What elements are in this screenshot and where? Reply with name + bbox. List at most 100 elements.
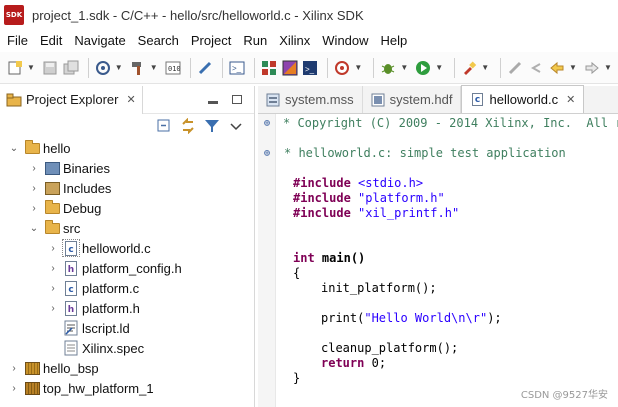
maximize-icon[interactable] [230,93,244,107]
build-dropdown-icon[interactable]: ▼ [150,63,158,72]
svg-text:010: 010 [168,65,181,73]
menu-edit[interactable]: Edit [34,30,68,51]
fold-expand-icon[interactable]: ⊕ [262,118,272,129]
target-connection-icon[interactable] [333,59,351,77]
menu-file[interactable]: File [0,30,34,51]
menu-xilinx[interactable]: Xilinx [273,30,316,51]
save-all-icon[interactable] [62,59,80,77]
terminal-icon[interactable]: >_ [228,59,246,77]
close-icon[interactable]: ✕ [566,93,575,106]
menu-run[interactable]: Run [237,30,273,51]
collapsed-chevron-icon[interactable]: › [28,178,40,198]
collapsed-chevron-icon[interactable]: › [28,198,40,218]
tree-item-lscript-ld[interactable]: lscript.ld [0,318,254,338]
collapsed-chevron-icon[interactable]: › [47,278,59,298]
tab-helloworld-c[interactable]: c helloworld.c ✕ [461,85,585,113]
tree-item-xilinx-spec[interactable]: Xilinx.spec [0,338,254,358]
tree-item-hello[interactable]: ⌄ hello [0,138,254,158]
xsct-console-icon[interactable]: >_ [301,59,319,77]
c-file-icon: c [62,239,80,257]
target-dropdown-icon[interactable]: ▼ [354,63,362,72]
forward-dropdown-icon[interactable]: ▼ [604,63,612,72]
main-toolbar: ▼ ▼ ▼ 010 >_ >_ ▼ ▼ ▼ ▼ ▼ ▼ [0,52,618,84]
run-icon[interactable] [414,59,432,77]
menu-bar: File Edit Navigate Search Project Run Xi… [0,30,618,51]
tree-item-platform-c[interactable]: › c platform.c [0,278,254,298]
tree-item-platform-config-h[interactable]: › h platform_config.h [0,258,254,278]
debug-dropdown-icon[interactable]: ▼ [400,63,408,72]
filter-icon[interactable] [204,118,220,134]
tab-system-mss[interactable]: system.mss [258,86,363,113]
tree-item-hello-bsp[interactable]: › hello_bsp [0,358,254,378]
tree-item-label: Includes [63,180,112,196]
binary-icon[interactable]: 010 [164,59,182,77]
tab-label: system.hdf [389,92,453,107]
menu-window[interactable]: Window [316,30,374,51]
external-tools-dropdown-icon[interactable]: ▼ [481,63,489,72]
minimize-icon[interactable] [206,93,220,107]
expanded-chevron-icon[interactable]: ⌄ [28,218,40,238]
debug-probe-icon[interactable] [196,59,214,77]
tree-item-src[interactable]: ⌄ src [0,218,254,238]
collapsed-chevron-icon[interactable]: › [47,238,59,258]
new-dropdown-icon[interactable]: ▼ [27,63,35,72]
menu-search[interactable]: Search [132,30,185,51]
tree-item-binaries[interactable]: › Binaries [0,158,254,178]
code-line-close-brace: } [293,371,301,385]
collapsed-chevron-icon[interactable]: › [28,158,40,178]
project-explorer-icon [6,92,22,108]
collapsed-chevron-icon[interactable]: › [8,358,20,378]
menu-help[interactable]: Help [375,30,414,51]
project-icon [24,139,40,156]
build-hammer-icon[interactable] [129,59,147,77]
back-dropdown-icon[interactable]: ▼ [569,63,577,72]
collapse-all-icon[interactable] [156,118,172,134]
hw-platform-icon [24,380,40,396]
toolbar-separator [454,57,456,78]
tab-project-explorer[interactable]: Project Explorer ✕ [0,85,143,114]
c-file-icon: c [470,93,484,107]
view-menu-icon[interactable] [228,118,244,134]
collapsed-chevron-icon[interactable]: › [47,298,59,318]
toolbar-separator [327,57,329,78]
panel-controls [196,93,254,107]
hardware-icon[interactable] [281,59,299,77]
tree-item-debug[interactable]: › Debug [0,198,254,218]
build-settings-icon[interactable] [94,59,112,77]
close-icon[interactable]: ✕ [126,93,135,106]
expanded-chevron-icon[interactable]: ⌄ [8,138,20,158]
collapsed-chevron-icon[interactable]: › [47,258,59,278]
pen-icon[interactable] [506,59,524,77]
run-dropdown-icon[interactable]: ▼ [435,63,443,72]
build-settings-dropdown-icon[interactable]: ▼ [115,63,123,72]
forward-icon[interactable] [583,59,601,77]
code-line-print: print("Hello World\n\r"); [321,311,502,325]
last-edit-icon[interactable] [527,59,545,77]
new-icon[interactable] [6,59,24,77]
menu-project[interactable]: Project [185,30,237,51]
fold-expand-icon[interactable]: ⊕ [262,148,272,159]
svg-text:>_: >_ [305,65,315,74]
tree-item-top-hw-platform-1[interactable]: › top_hw_platform_1 [0,378,254,398]
project-explorer-panel: Project Explorer ✕ ⌄ hello › Binaries › [0,85,255,407]
link-with-editor-icon[interactable] [180,118,196,134]
tree-item-helloworld-c[interactable]: › c helloworld.c [0,238,254,258]
back-icon[interactable] [548,59,566,77]
tree-item-label: hello_bsp [43,360,99,376]
tree-item-label: Xilinx.spec [82,340,145,356]
tree-item-platform-h[interactable]: › h platform.h [0,298,254,318]
program-fpga-icon[interactable] [260,59,278,77]
save-icon[interactable] [41,59,59,77]
code-text-area[interactable]: ⊕ ⊕ * Copyright (C) 2009 - 2014 Xilinx, … [258,114,618,407]
collapsed-chevron-icon[interactable]: › [8,378,20,398]
tab-system-hdf[interactable]: system.hdf [363,86,462,113]
toolbar-separator [87,57,89,78]
external-tools-icon[interactable] [460,59,478,77]
debug-icon[interactable] [379,59,397,77]
linker-script-icon [63,320,79,336]
includes-icon [44,180,60,196]
tree-item-label: lscript.ld [82,320,130,336]
code-line-include-1: #include <stdio.h> [293,176,424,190]
menu-navigate[interactable]: Navigate [68,30,131,51]
tree-item-includes[interactable]: › Includes [0,178,254,198]
